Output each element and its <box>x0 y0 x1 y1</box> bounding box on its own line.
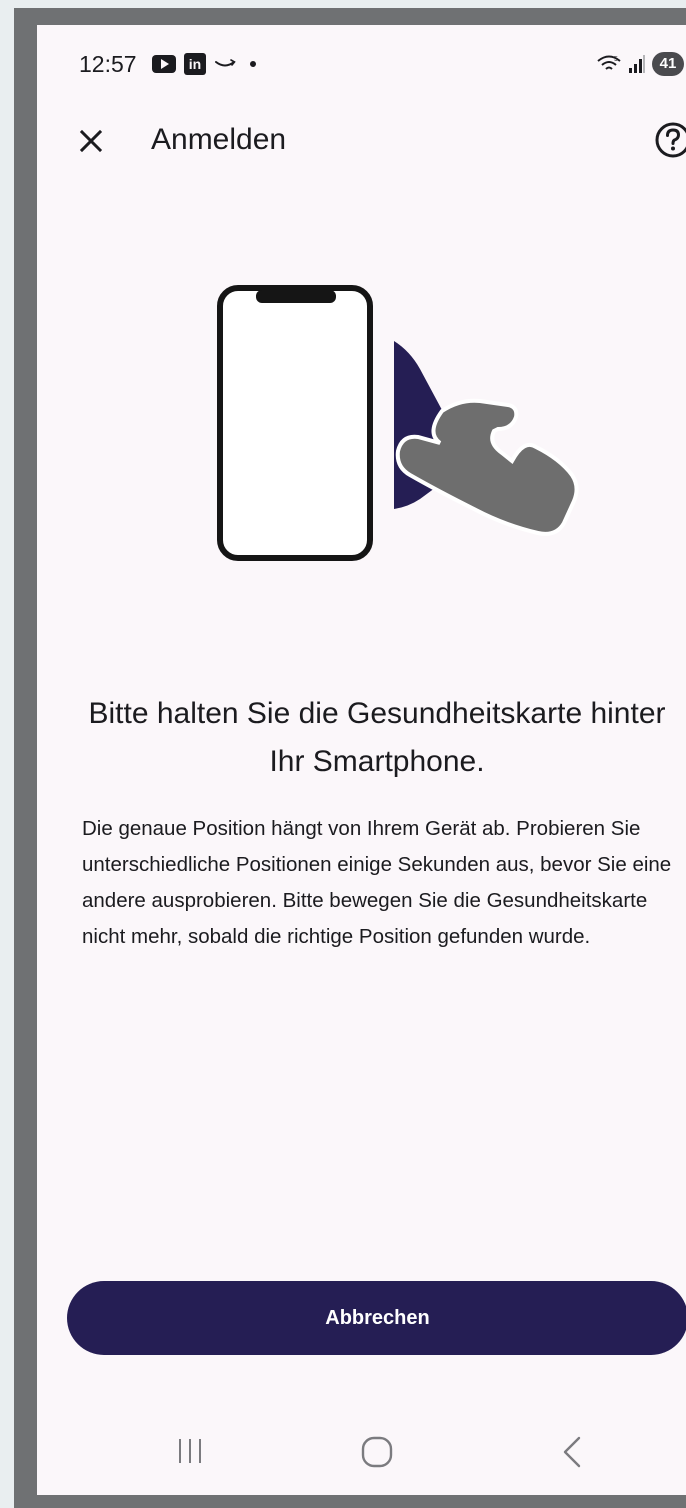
home-icon[interactable] <box>359 1434 395 1470</box>
notification-dot-icon <box>250 61 256 67</box>
app-bar: Anmelden <box>37 105 686 177</box>
cancel-button[interactable]: Abbrechen <box>67 1281 686 1355</box>
signal-icon <box>629 55 645 73</box>
svg-text:5: 5 <box>614 56 618 63</box>
youtube-icon <box>152 55 176 73</box>
status-bar: 12:57 in 5 41 <box>37 25 686 105</box>
linkedin-icon: in <box>184 53 206 75</box>
close-icon <box>79 129 103 153</box>
phone-notch <box>256 290 336 303</box>
instruction-body: Die genaue Position hängt von Ihrem Gerä… <box>82 817 672 948</box>
battery-icon: 41 <box>652 52 684 76</box>
help-button[interactable] <box>650 117 686 163</box>
back-icon[interactable] <box>557 1434 587 1470</box>
device-frame: 12:57 in 5 41 Anmelden Bitte halten Sie … <box>14 8 686 1508</box>
wifi-icon: 5 <box>597 55 621 70</box>
status-system-icons: 5 41 <box>596 52 684 76</box>
recents-icon[interactable] <box>175 1436 205 1466</box>
instruction-heading: Bitte halten Sie die Gesundheitskarte hi… <box>88 697 666 778</box>
smartphone-shape <box>217 285 373 561</box>
screen: 12:57 in 5 41 Anmelden Bitte halten Sie … <box>37 25 686 1495</box>
close-button[interactable] <box>69 119 113 163</box>
phone-card-hand-illustration <box>217 285 579 561</box>
amazon-icon <box>215 59 236 67</box>
status-notification-icons: in <box>152 53 256 75</box>
status-time: 12:57 <box>79 51 137 77</box>
help-circle-icon <box>655 122 686 158</box>
page-title: Anmelden <box>151 123 287 156</box>
system-nav-bar <box>37 1420 686 1495</box>
